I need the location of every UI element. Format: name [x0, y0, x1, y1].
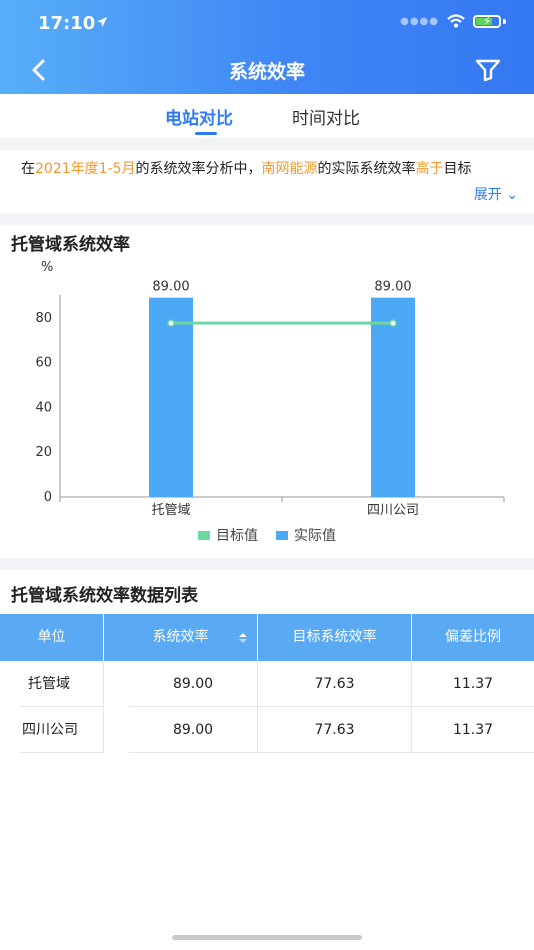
legend-item[interactable]: 实际值	[276, 525, 336, 545]
legend-swatch	[198, 530, 210, 540]
table-header: 单位 系统效率 目标系统效率 偏差比例	[0, 614, 534, 661]
bar-actual	[371, 297, 415, 497]
expand-button[interactable]: 展开 ⌄	[474, 184, 518, 204]
summary-text-part: 的系统效率分析中，	[135, 161, 262, 177]
table-row: 托管域 89.00 77.63 11.37	[0, 661, 534, 707]
column-header-target-efficiency: 目标系统效率	[258, 614, 412, 661]
y-tick-label: 80	[35, 311, 52, 326]
tab-time-compare[interactable]: 时间对比	[292, 104, 360, 129]
bar-actual	[149, 297, 193, 497]
bar-data-label: 89.00	[374, 280, 411, 295]
cell-efficiency: 89.00	[129, 661, 258, 707]
target-point	[389, 319, 397, 327]
summary-text-part: 的实际系统效率	[317, 161, 416, 177]
app-header: 17:10 ●●●● ⚡ 系统效率	[0, 0, 534, 94]
cell-target-efficiency: 77.63	[258, 661, 412, 707]
cell-efficiency: 89.00	[129, 707, 258, 753]
legend-label: 实际值	[294, 528, 336, 544]
summary-text-part: 目标	[443, 161, 472, 177]
location-arrow-icon	[97, 17, 107, 27]
cellular-signal-icon: ●●●●	[400, 15, 439, 27]
legend-item[interactable]: 目标值	[198, 525, 258, 545]
column-header-efficiency[interactable]: 系统效率	[104, 614, 258, 661]
tab-bar: 电站对比 时间对比	[0, 94, 534, 138]
active-tab-indicator	[195, 132, 217, 135]
divider	[0, 558, 534, 570]
column-header-deviation: 偏差比例	[445, 629, 501, 645]
filter-icon[interactable]	[474, 58, 502, 82]
table-section-title: 托管域系统效率数据列表	[11, 586, 198, 606]
legend-swatch	[276, 530, 288, 540]
status-time: 17:10	[38, 13, 96, 34]
y-tick-label: 0	[44, 490, 52, 505]
column-header-unit: 单位	[0, 614, 104, 661]
chevron-down-icon: ⌄	[506, 187, 518, 203]
cell-unit: 四川公司	[20, 707, 104, 753]
chart-section-title: 托管域系统效率	[11, 235, 130, 255]
summary-text: 在2021年度1-5月的系统效率分析中，南网能源的实际系统效率高于目标	[21, 158, 472, 178]
y-tick-label: 60	[35, 356, 52, 371]
divider	[0, 213, 534, 225]
y-axis-unit: %	[41, 260, 53, 275]
summary-text-part: 在	[21, 161, 35, 177]
summary-panel: 在2021年度1-5月的系统效率分析中，南网能源的实际系统效率高于目标 展开 ⌄	[0, 158, 534, 212]
expand-label: 展开	[473, 187, 502, 203]
data-table: 单位 系统效率 目标系统效率 偏差比例 托管域 89.00 77.63 11.3…	[0, 614, 534, 753]
home-indicator	[172, 935, 362, 940]
bar-data-label: 89.00	[152, 280, 189, 295]
divider	[0, 138, 534, 150]
tab-station-compare[interactable]: 电站对比	[165, 104, 233, 129]
wifi-icon	[447, 14, 465, 28]
legend-label: 目标值	[216, 528, 258, 544]
x-category-label: 托管域	[151, 503, 190, 518]
status-icons: ●●●● ⚡	[400, 14, 506, 28]
efficiency-bar-chart: % 0 20 40 60 80 89.00 89.00 托管域 四川公司	[35, 260, 505, 518]
column-header-efficiency-label: 系统效率	[152, 629, 209, 645]
page-title: 系统效率	[228, 61, 305, 83]
chart-legend: 目标值 实际值	[0, 525, 534, 545]
table-row: 四川公司 89.00 77.63 11.37	[0, 707, 534, 753]
sort-icon[interactable]	[238, 632, 248, 644]
summary-company: 南网能源	[261, 161, 318, 177]
target-point	[167, 319, 175, 327]
summary-comparison: 高于	[415, 161, 444, 177]
x-category-label: 四川公司	[367, 503, 419, 518]
cell-deviation: 11.37	[412, 661, 534, 707]
y-tick-label: 40	[35, 400, 52, 415]
cell-deviation: 11.37	[412, 707, 534, 753]
cell-target-efficiency: 77.63	[258, 707, 412, 753]
summary-period: 2021年度1-5月	[35, 161, 136, 177]
cell-unit: 托管域	[20, 661, 104, 707]
y-tick-label: 20	[35, 445, 52, 460]
battery-icon: ⚡	[473, 14, 501, 28]
